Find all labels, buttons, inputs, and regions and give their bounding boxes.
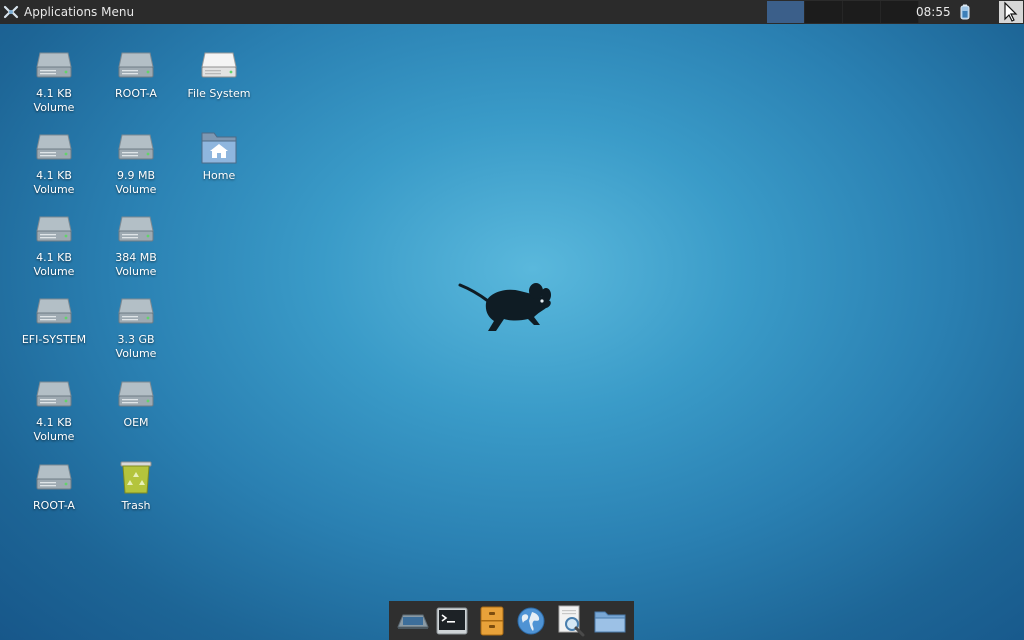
desktop-icon-label: OEM [123,416,149,429]
home-folder-icon [199,127,239,167]
desktop-icon[interactable]: File System [179,45,259,101]
drive-icon [116,45,156,85]
desktop-icon[interactable]: Home [179,127,259,183]
desktop-icon[interactable]: Trash [96,457,176,513]
desktop-icon-label: EFI-SYSTEM [21,333,87,346]
workspace-4[interactable] [881,1,919,23]
desktop-icon[interactable]: EFI-SYSTEM [14,291,94,347]
desktop-icon[interactable]: 4.1 KB Volume [14,45,94,115]
desktop-icon-label: Home [202,169,236,182]
drive-icon [34,457,74,497]
xfce-menu-icon [2,3,20,21]
desktop-icon[interactable]: 4.1 KB Volume [14,374,94,444]
dock-folder[interactable] [593,604,627,638]
filesystem-icon [199,45,239,85]
show-desktop-icon [397,614,429,629]
dock-show-desktop[interactable] [396,604,430,638]
dock-app-finder[interactable] [554,604,588,638]
desktop-icon[interactable]: 4.1 KB Volume [14,209,94,279]
desktop-icon[interactable]: 4.1 KB Volume [14,127,94,197]
workspace-2[interactable] [805,1,843,23]
app-finder-icon [558,605,585,636]
drive-icon [34,209,74,249]
web-browser-icon [517,607,545,634]
desktop-icon[interactable]: 9.9 MB Volume [96,127,176,197]
dock-terminal[interactable] [435,604,469,638]
desktop-icon[interactable]: ROOT-A [96,45,176,101]
drive-icon [116,209,156,249]
bottom-dock [389,601,634,640]
desktop-icon-label: 9.9 MB Volume [115,169,157,196]
workspace-3[interactable] [843,1,881,23]
dock-file-manager[interactable] [475,604,509,638]
drive-icon [116,291,156,331]
xfce-mouse-logo [458,281,558,339]
desktop-icon-label: 4.1 KB Volume [33,416,75,443]
desktop-icon-label: File System [187,87,251,100]
applications-menu-label: Applications Menu [24,5,135,19]
desktop-icon[interactable]: 3.3 GB Volume [96,291,176,361]
desktop-icon-label: 4.1 KB Volume [33,87,75,114]
desktop-icon-label: ROOT-A [115,87,157,100]
top-panel: Applications Menu 08:55 [0,0,1024,24]
drive-icon [34,45,74,85]
desktop-icon-label: Trash [121,499,151,512]
drive-icon [116,374,156,414]
applications-menu-button[interactable]: Applications Menu [2,0,134,24]
power-manager-icon[interactable] [957,4,973,20]
cursor-icon [1004,1,1018,22]
folder-icon [594,611,626,632]
desktop-icon-label: 4.1 KB Volume [33,169,75,196]
desktop-icon-label: 384 MB Volume [115,251,157,278]
desktop-icon-label: ROOT-A [33,499,75,512]
desktop-icon-label: 3.3 GB Volume [115,333,157,360]
drive-icon [34,374,74,414]
dock-web-browser[interactable] [514,604,548,638]
desktop-icon[interactable]: OEM [96,374,176,430]
terminal-icon [436,607,468,634]
workspace-switcher [767,1,919,23]
drive-icon [116,127,156,167]
action-buttons[interactable] [999,1,1023,23]
desktop-icon-label: 4.1 KB Volume [33,251,75,278]
desktop-icon[interactable]: 384 MB Volume [96,209,176,279]
drive-icon [34,291,74,331]
trash-icon [116,457,156,497]
drive-icon [34,127,74,167]
desktop-icon[interactable]: ROOT-A [14,457,94,513]
clock[interactable]: 08:55 [916,0,951,24]
workspace-1[interactable] [767,1,805,23]
file-manager-icon [480,606,504,635]
